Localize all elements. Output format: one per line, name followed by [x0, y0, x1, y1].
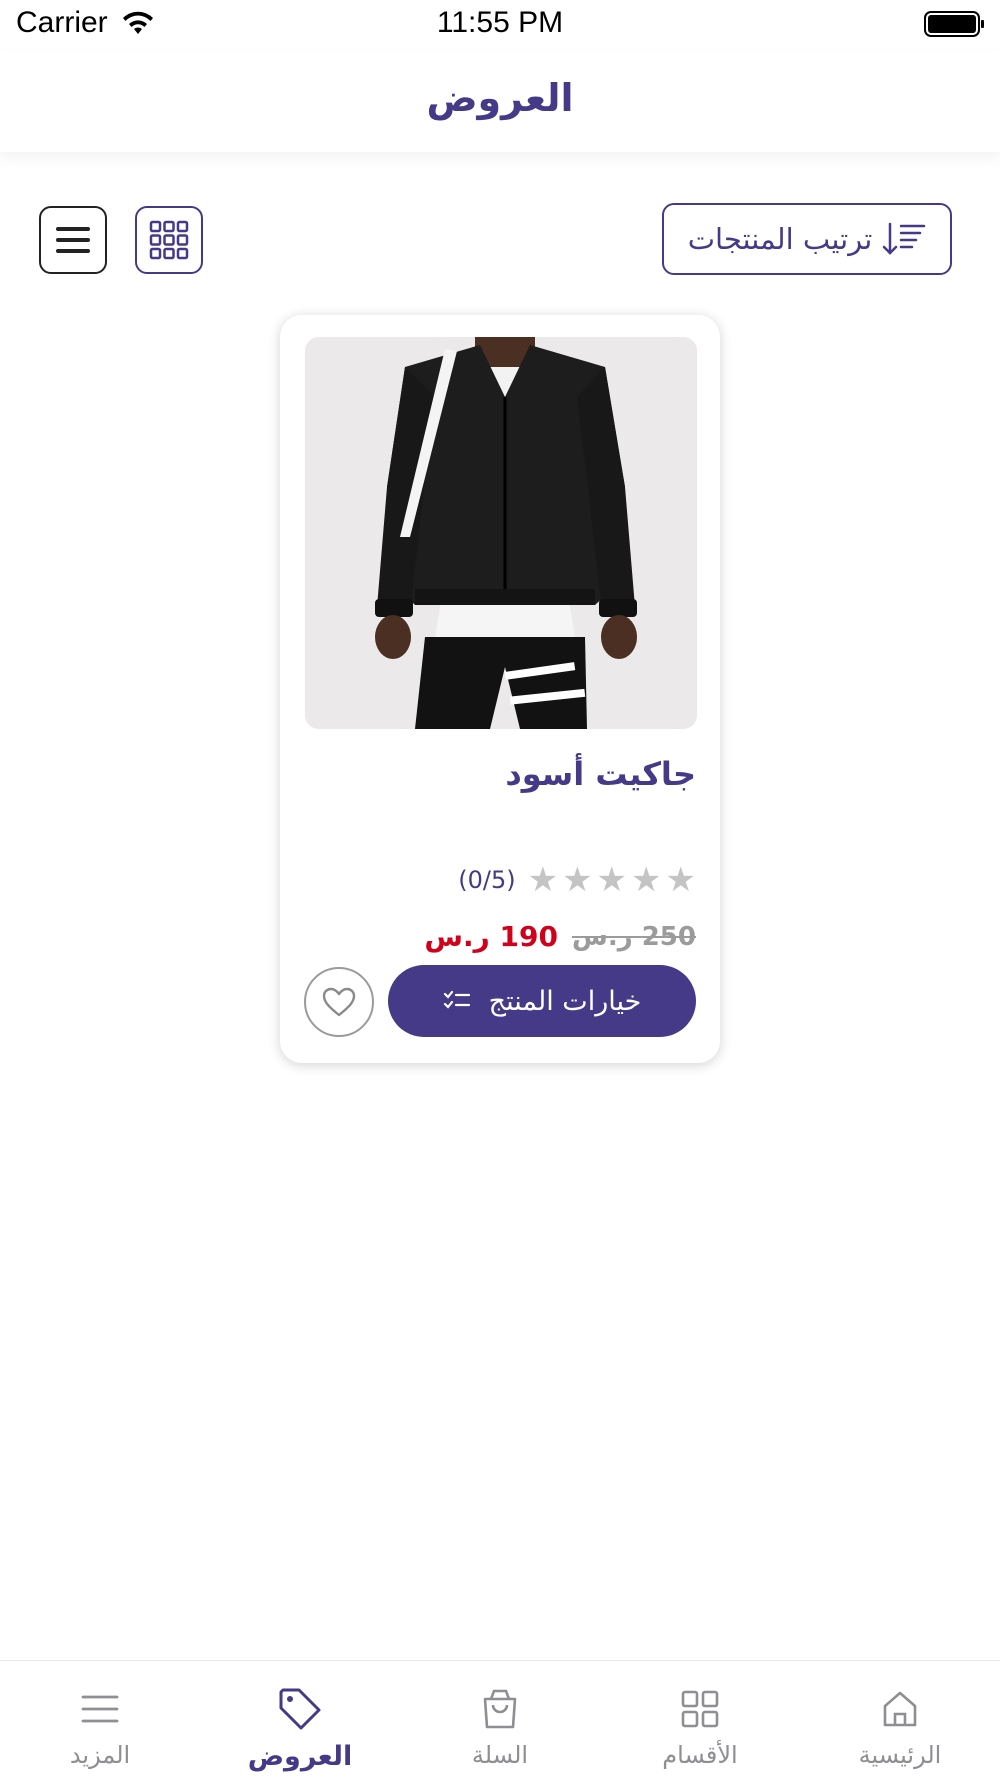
- grid-view-button[interactable]: [135, 206, 203, 274]
- status-bar: Carrier 11:55 PM: [0, 0, 1000, 52]
- status-time: 11:55 PM: [436, 6, 564, 39]
- tab-home[interactable]: الرئيسية: [800, 1661, 1000, 1779]
- cart-icon: [483, 1689, 517, 1729]
- tab-offers[interactable]: العروض: [200, 1661, 400, 1779]
- tab-more-label: المزيد: [69, 1741, 131, 1769]
- list-view-button[interactable]: [39, 206, 107, 274]
- nav-header: العروض: [0, 52, 1000, 152]
- tab-categories-label: الأقسام: [662, 1741, 738, 1769]
- tab-more[interactable]: المزيد: [0, 1661, 200, 1779]
- star-icon: ★: [596, 860, 628, 900]
- product-photo: [305, 337, 697, 729]
- sort-products-label: ترتيب المنتجات: [687, 222, 873, 256]
- categories-icon: [681, 1690, 719, 1728]
- star-icon: ★: [527, 860, 559, 900]
- heart-icon: [322, 987, 356, 1017]
- star-icon: ★: [665, 860, 696, 900]
- sort-products-button[interactable]: ترتيب المنتجات: [662, 203, 952, 275]
- rating-text: (0/5): [458, 866, 516, 894]
- tab-offers-label: العروض: [247, 1741, 353, 1772]
- star-icon: ★: [562, 860, 593, 900]
- tag-icon: [279, 1688, 321, 1730]
- product-options-button[interactable]: خيارات المنتج: [388, 965, 696, 1037]
- original-price: 250 ر.س: [571, 921, 696, 952]
- checklist-icon: [443, 990, 470, 1009]
- home-icon: [883, 1691, 917, 1727]
- sale-price: 190 ر.س: [424, 920, 558, 953]
- list-view-icon: [56, 227, 90, 253]
- page-title: العروض: [426, 76, 574, 120]
- star-icon: ★: [631, 860, 662, 900]
- grid-view-icon: [149, 220, 189, 260]
- tab-categories[interactable]: الأقسام: [600, 1661, 800, 1779]
- sort-icon: [883, 222, 926, 255]
- tab-cart-label: السلة: [471, 1741, 529, 1769]
- menu-icon: [81, 1695, 119, 1723]
- tab-cart[interactable]: السلة: [400, 1661, 600, 1779]
- product-prices: 190 ر.س 250 ر.س: [424, 920, 696, 953]
- product-options-label: خيارات المنتج: [488, 985, 642, 1017]
- product-image[interactable]: [305, 337, 697, 729]
- product-rating: ★ ★ ★ ★ ★ (0/5): [458, 863, 696, 897]
- product-name[interactable]: جاكيت أسود: [505, 755, 696, 793]
- tab-bar: الرئيسية الأقسام السلة العروض المزيد: [0, 1660, 1000, 1779]
- product-card[interactable]: جاكيت أسود ★ ★ ★ ★ ★ (0/5) 190 ر.س 250 ر…: [280, 315, 720, 1063]
- tab-home-label: الرئيسية: [858, 1741, 942, 1769]
- battery-icon: [924, 11, 984, 37]
- wishlist-button[interactable]: [304, 967, 374, 1037]
